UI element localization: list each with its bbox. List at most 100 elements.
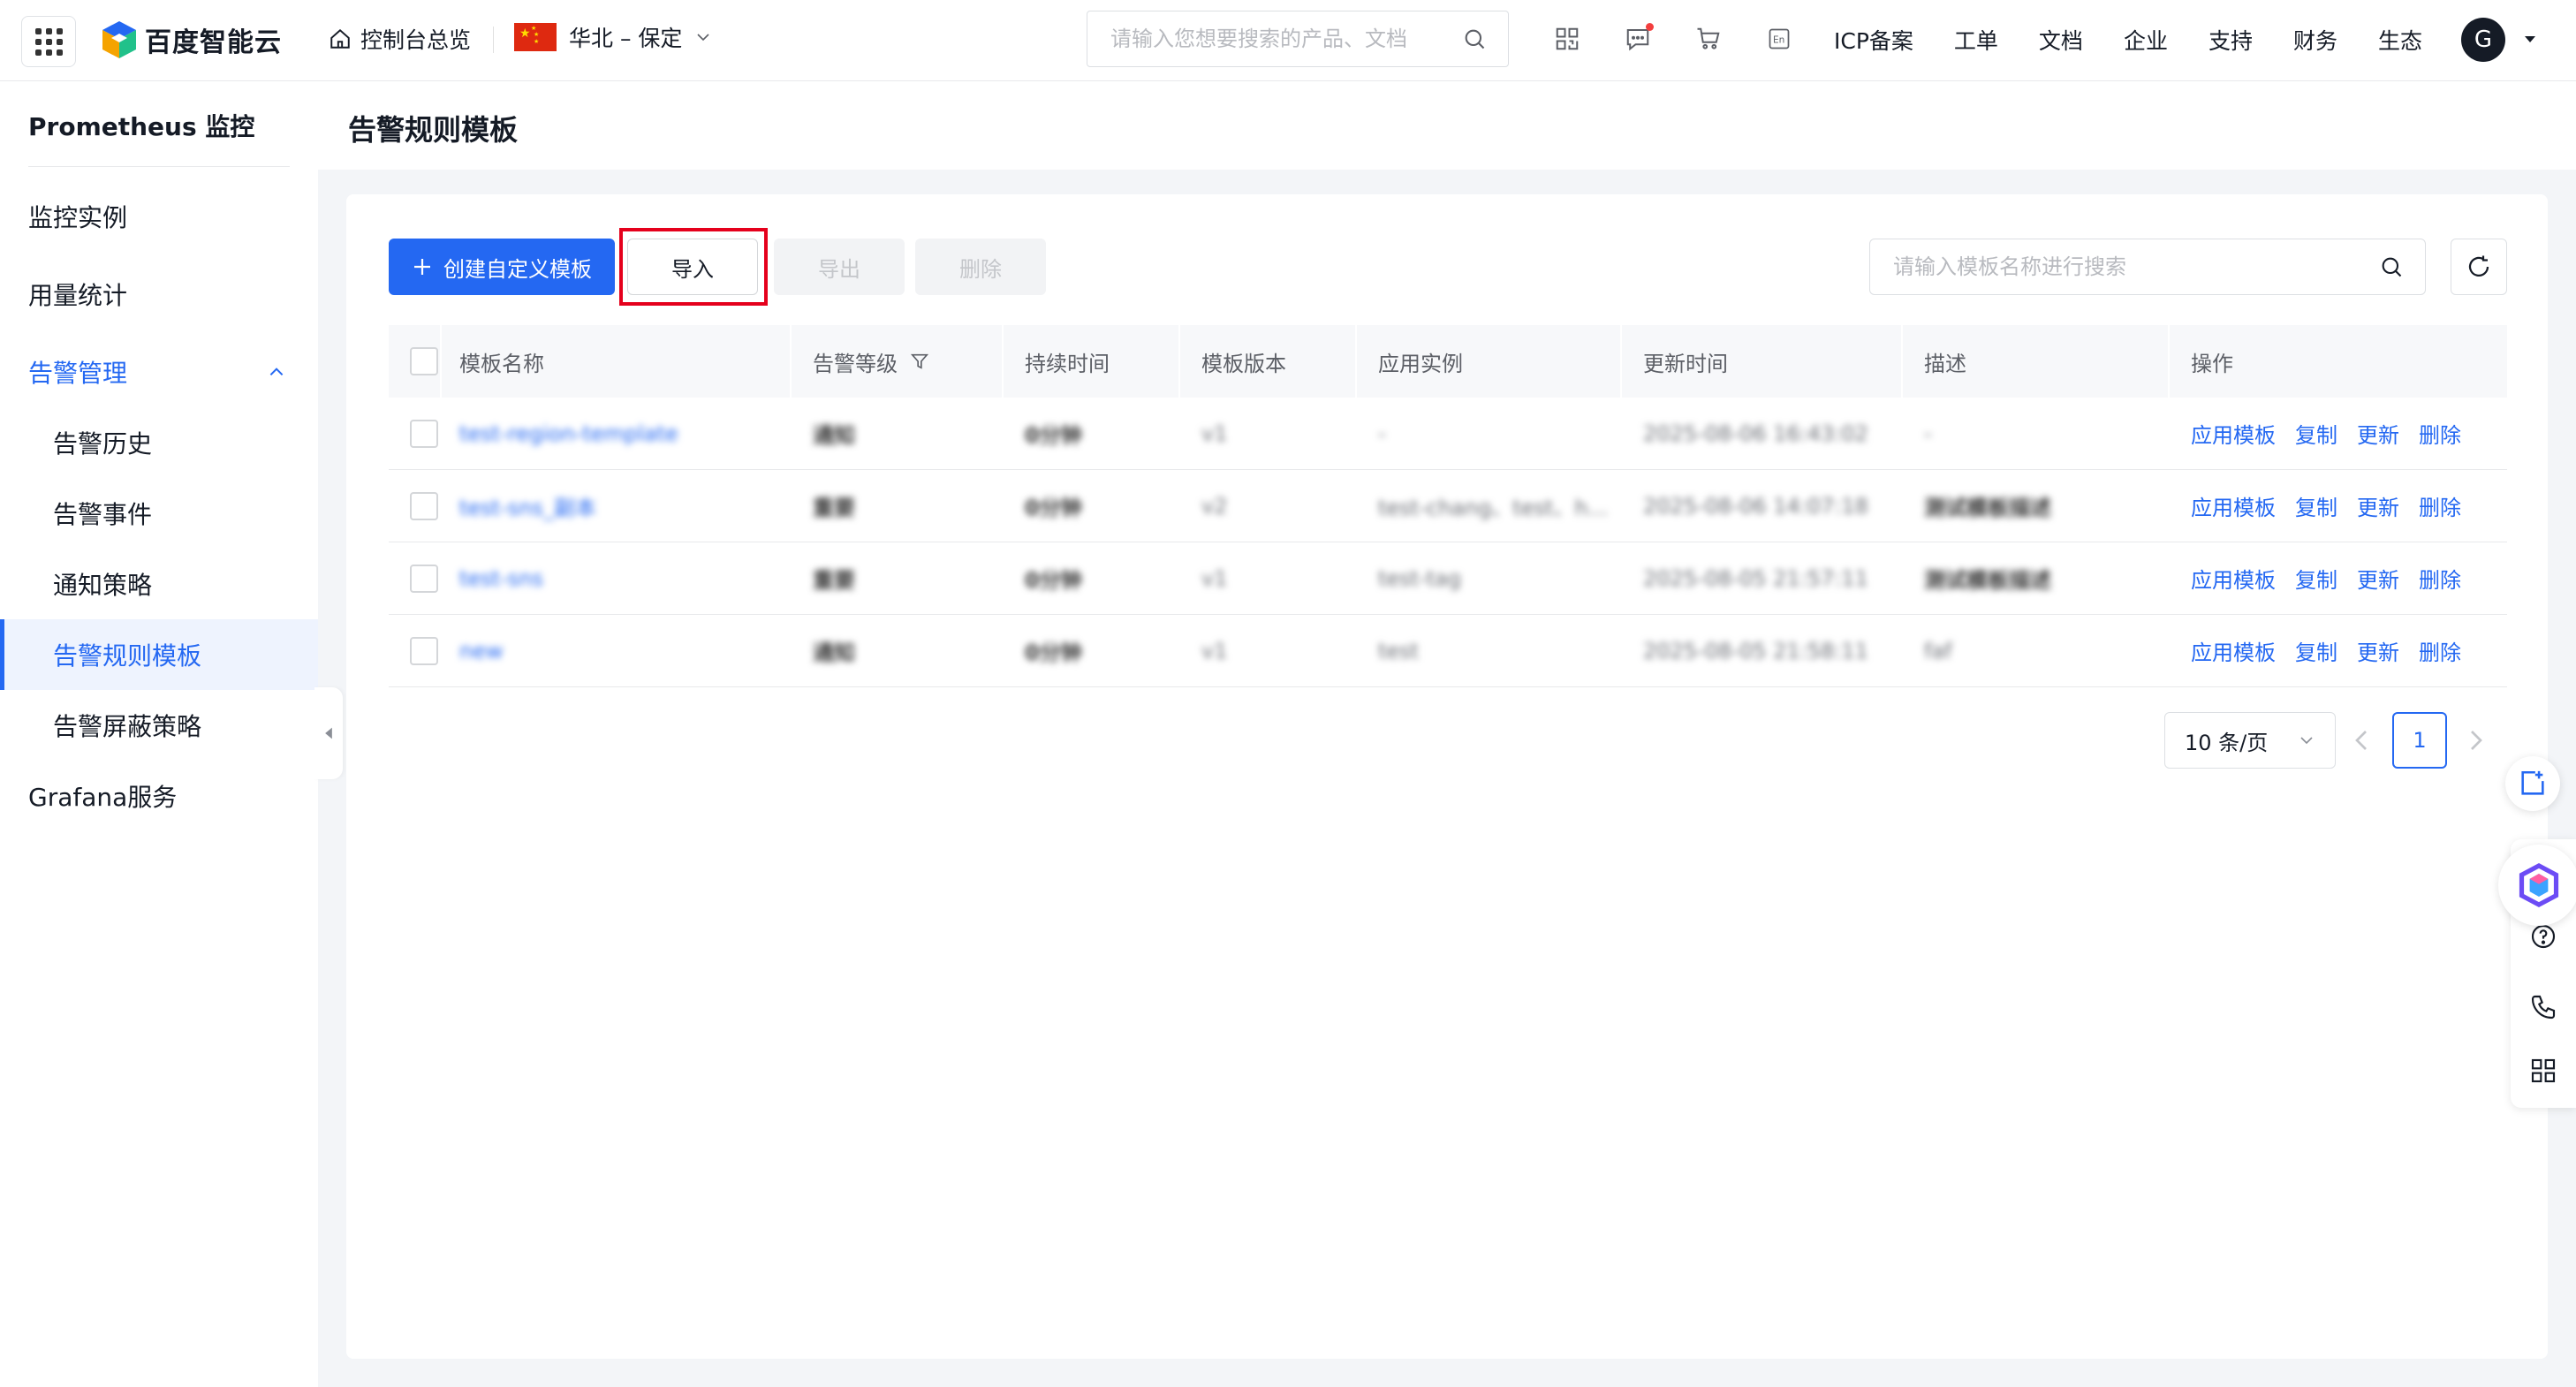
console-home-link[interactable]: 控制台总览 bbox=[329, 23, 471, 55]
china-flag-icon: ★ ★ ★ ★ bbox=[514, 23, 557, 51]
language-en-icon[interactable]: En bbox=[1763, 23, 1795, 55]
template-name-link[interactable]: test-sns_副本 bbox=[459, 490, 596, 521]
sidebar-item-usage[interactable]: 用量统计 bbox=[0, 259, 318, 330]
table-row: test-region-template 通知 0分钟 v1 - 2025-08… bbox=[389, 398, 2507, 470]
apps-button[interactable] bbox=[2511, 1042, 2576, 1099]
sidebar-collapse-toggle[interactable] bbox=[314, 687, 343, 779]
region-selector[interactable]: ★ ★ ★ ★ 华北 – 保定 bbox=[514, 21, 712, 53]
top-link-support[interactable]: 支持 bbox=[2209, 24, 2253, 56]
chevron-up-icon bbox=[269, 368, 284, 376]
pagination: 10 条/页 1 bbox=[346, 712, 2548, 770]
column-header-level: 告警等级 bbox=[790, 325, 1002, 398]
page-size-select[interactable]: 10 条/页 bbox=[2164, 712, 2336, 769]
search-icon[interactable] bbox=[2379, 254, 2404, 279]
apply-template-link[interactable]: 应用模板 bbox=[2191, 635, 2276, 666]
import-button[interactable]: 导入 bbox=[627, 239, 758, 295]
create-template-button[interactable]: 创建自定义模板 bbox=[389, 239, 615, 295]
sidebar-group-alert-management[interactable]: 告警管理 bbox=[0, 337, 318, 407]
template-name-link[interactable]: test-region-template bbox=[459, 421, 678, 446]
sidebar-item-grafana[interactable]: Grafana服务 bbox=[0, 761, 318, 831]
row-select-cell bbox=[389, 615, 440, 687]
global-search bbox=[1087, 11, 1509, 67]
column-header-description: 描述 bbox=[1901, 325, 2168, 398]
top-link-docs[interactable]: 文档 bbox=[2039, 24, 2083, 56]
brand-cube-icon bbox=[102, 21, 136, 58]
export-button[interactable]: 导出 bbox=[774, 239, 905, 295]
sidebar-item-alert-history[interactable]: 告警历史 bbox=[0, 407, 318, 478]
row-actions: 应用模板 复制 更新 删除 bbox=[2191, 490, 2461, 521]
copy-link[interactable]: 复制 bbox=[2295, 563, 2337, 594]
description: 测试模板描述 bbox=[1924, 496, 2051, 520]
delete-link[interactable]: 删除 bbox=[2419, 635, 2461, 666]
template-name-link[interactable]: test-sns bbox=[459, 566, 543, 591]
delete-link[interactable]: 删除 bbox=[2419, 490, 2461, 521]
description: - bbox=[1924, 421, 1932, 446]
global-search-input[interactable] bbox=[1109, 26, 1462, 52]
app-grid-button[interactable] bbox=[21, 16, 76, 67]
cart-icon[interactable] bbox=[1693, 23, 1724, 55]
ai-assistant-button[interactable] bbox=[2498, 845, 2576, 926]
sidebar-item-notify-policy[interactable]: 通知策略 bbox=[0, 549, 318, 619]
ai-assistant-icon bbox=[2519, 862, 2559, 908]
sidebar-item-monitor-instance[interactable]: 监控实例 bbox=[0, 181, 318, 252]
delete-link[interactable]: 删除 bbox=[2419, 563, 2461, 594]
brand-logo[interactable]: 百度智能云 bbox=[101, 19, 282, 60]
apply-template-link[interactable]: 应用模板 bbox=[2191, 490, 2276, 521]
update-link[interactable]: 更新 bbox=[2357, 490, 2399, 521]
column-header-name: 模板名称 bbox=[440, 325, 790, 398]
copy-link[interactable]: 复制 bbox=[2295, 490, 2337, 521]
apply-template-link[interactable]: 应用模板 bbox=[2191, 418, 2276, 449]
create-template-label: 创建自定义模板 bbox=[443, 257, 592, 282]
avatar[interactable]: G bbox=[2461, 18, 2505, 62]
row-checkbox[interactable] bbox=[410, 636, 438, 665]
template-search-input[interactable] bbox=[1891, 254, 2379, 280]
description: faf bbox=[1924, 638, 1952, 663]
template-name-link[interactable]: new bbox=[459, 639, 504, 663]
sidebar-item-alert-rule-template[interactable]: 告警规则模板 bbox=[0, 619, 318, 690]
table-header: 模板名称 告警等级 持续时间 模板版本 应用实例 更新时间 描述 操作 bbox=[389, 325, 2507, 398]
row-checkbox[interactable] bbox=[410, 491, 438, 520]
phone-button[interactable] bbox=[2511, 979, 2576, 1035]
refresh-button[interactable] bbox=[2451, 239, 2507, 295]
console-home-label: 控制台总览 bbox=[360, 27, 472, 53]
qrcode-icon[interactable] bbox=[1551, 23, 1583, 55]
feedback-button[interactable] bbox=[2505, 756, 2560, 811]
top-link-enterprise[interactable]: 企业 bbox=[2124, 24, 2168, 56]
template-version: v1 bbox=[1201, 565, 1228, 591]
next-page-icon[interactable] bbox=[2466, 723, 2486, 758]
sidebar-item-alert-mute-policy[interactable]: 告警屏蔽策略 bbox=[0, 690, 318, 761]
apply-template-link[interactable]: 应用模板 bbox=[2191, 563, 2276, 594]
top-link-icp[interactable]: ICP备案 bbox=[1834, 24, 1913, 56]
add-note-icon bbox=[2521, 770, 2544, 795]
row-select-cell bbox=[389, 470, 440, 542]
select-all-checkbox[interactable] bbox=[410, 347, 438, 375]
home-icon bbox=[330, 28, 350, 49]
top-links: ICP备案 工单 文档 企业 支持 财务 生态 bbox=[1834, 24, 2422, 56]
page-number-current[interactable]: 1 bbox=[2392, 712, 2447, 769]
prev-page-icon[interactable] bbox=[2352, 723, 2371, 758]
template-version: v2 bbox=[1201, 493, 1228, 519]
caret-down-icon[interactable] bbox=[2521, 30, 2539, 48]
top-link-ticket[interactable]: 工单 bbox=[1954, 24, 1998, 56]
alert-level: 通知 bbox=[813, 640, 855, 665]
row-select-cell bbox=[389, 398, 440, 470]
row-checkbox[interactable] bbox=[410, 419, 438, 448]
copy-link[interactable]: 复制 bbox=[2295, 635, 2337, 666]
update-link[interactable]: 更新 bbox=[2357, 418, 2399, 449]
filter-icon[interactable] bbox=[910, 352, 929, 371]
copy-link[interactable]: 复制 bbox=[2295, 418, 2337, 449]
delete-button[interactable]: 删除 bbox=[915, 239, 1046, 295]
message-icon[interactable] bbox=[1622, 23, 1654, 55]
update-link[interactable]: 更新 bbox=[2357, 563, 2399, 594]
row-checkbox[interactable] bbox=[410, 564, 438, 593]
sidebar-item-label: 通知策略 bbox=[53, 571, 153, 600]
sidebar: Prometheus 监控 监控实例 用量统计 告警管理 告警历史 告警事件 通… bbox=[0, 81, 318, 1387]
top-link-finance[interactable]: 财务 bbox=[2293, 24, 2337, 56]
update-link[interactable]: 更新 bbox=[2357, 635, 2399, 666]
chevron-down-icon bbox=[697, 34, 709, 42]
column-header-instance: 应用实例 bbox=[1355, 325, 1620, 398]
top-link-ecosystem[interactable]: 生态 bbox=[2378, 24, 2422, 56]
delete-link[interactable]: 删除 bbox=[2419, 418, 2461, 449]
search-icon[interactable] bbox=[1462, 27, 1487, 51]
sidebar-item-alert-events[interactable]: 告警事件 bbox=[0, 478, 318, 549]
